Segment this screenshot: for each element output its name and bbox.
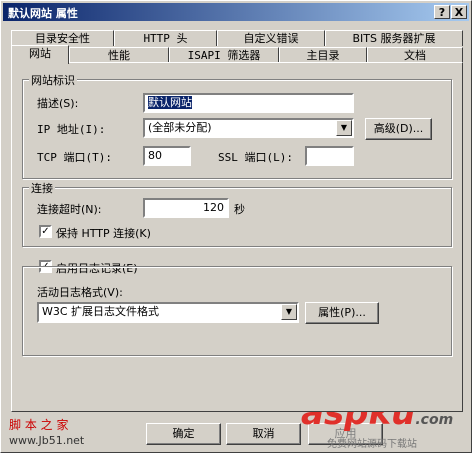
tab-panel-website: 网站标识 描述(S): 默认网站 IP 地址(I): (全部未分配) ▼ 高级(… <box>11 62 463 412</box>
tcp-port-input[interactable]: 80 <box>143 146 191 166</box>
timeout-unit: 秒 <box>234 203 245 216</box>
keepalive-label: 保持 HTTP 连接(K) <box>56 227 151 240</box>
connection-group: 连接 连接超时(N): 120 秒 ✓ 保持 HTTP 连接(K) <box>22 180 452 247</box>
window-title: 默认网站 属性 <box>8 7 78 20</box>
ip-address-value: (全部未分配) <box>148 121 212 134</box>
ssl-port-label: SSL 端口(L): <box>218 151 293 164</box>
advanced-button[interactable]: 高级(D)... <box>365 118 432 140</box>
ssl-port-input[interactable] <box>305 146 354 166</box>
log-format-combo[interactable]: W3C 扩展日志文件格式 ▼ <box>37 302 299 323</box>
log-format-value: W3C 扩展日志文件格式 <box>42 305 160 318</box>
ip-address-label: IP 地址(I): <box>37 123 106 136</box>
watermark-left-bottom: www.Jb51.net <box>9 434 85 447</box>
log-properties-button[interactable]: 属性(P)... <box>305 302 379 324</box>
tab-documents[interactable]: 文档 <box>367 47 463 63</box>
watermark-brand-sub: 免费网站源码下载站 <box>327 439 417 450</box>
tab-directory-security[interactable]: 目录安全性 <box>11 30 114 46</box>
tab-isapi-filters[interactable]: ISAPI 筛选器 <box>169 47 279 63</box>
connection-legend: 连接 <box>29 180 55 196</box>
tab-http-headers[interactable]: HTTP 头 <box>114 30 217 46</box>
log-format-label: 活动日志格式(V): <box>37 286 123 299</box>
chevron-down-icon[interactable]: ▼ <box>336 120 352 136</box>
timeout-input[interactable]: 120 <box>143 198 229 218</box>
watermark-left-top: 脚 本 之 家 <box>9 418 69 432</box>
website-id-legend: 网站标识 <box>29 72 77 88</box>
tab-custom-errors[interactable]: 自定义错误 <box>217 30 325 46</box>
tab-performance[interactable]: 性能 <box>69 47 169 63</box>
cancel-button[interactable]: 取消 <box>226 423 301 445</box>
properties-window: 默认网站 属性 ? X 目录安全性 HTTP 头 自定义错误 BITS 服务器扩… <box>0 0 472 453</box>
timeout-label: 连接超时(N): <box>37 203 102 216</box>
ip-address-combo[interactable]: (全部未分配) ▼ <box>143 118 354 138</box>
close-button[interactable]: X <box>451 5 467 19</box>
tcp-port-label: TCP 端口(T): <box>37 151 112 164</box>
website-id-group: 网站标识 描述(S): 默认网站 IP 地址(I): (全部未分配) ▼ 高级(… <box>22 72 452 179</box>
tab-website[interactable]: 网站 <box>11 45 69 64</box>
ok-button[interactable]: 确定 <box>146 423 221 445</box>
keepalive-checkbox[interactable]: ✓ <box>39 225 52 238</box>
help-button[interactable]: ? <box>434 5 450 19</box>
title-bar: 默认网站 属性 ? X <box>3 3 469 21</box>
tab-bits-extensions[interactable]: BITS 服务器扩展 <box>325 30 463 46</box>
chevron-down-icon[interactable]: ▼ <box>281 304 297 320</box>
tab-home-directory[interactable]: 主目录 <box>279 47 367 63</box>
description-label: 描述(S): <box>37 97 79 110</box>
description-input[interactable]: 默认网站 <box>143 93 354 113</box>
logging-group: 活动日志格式(V): W3C 扩展日志文件格式 ▼ 属性(P)... <box>22 266 452 356</box>
